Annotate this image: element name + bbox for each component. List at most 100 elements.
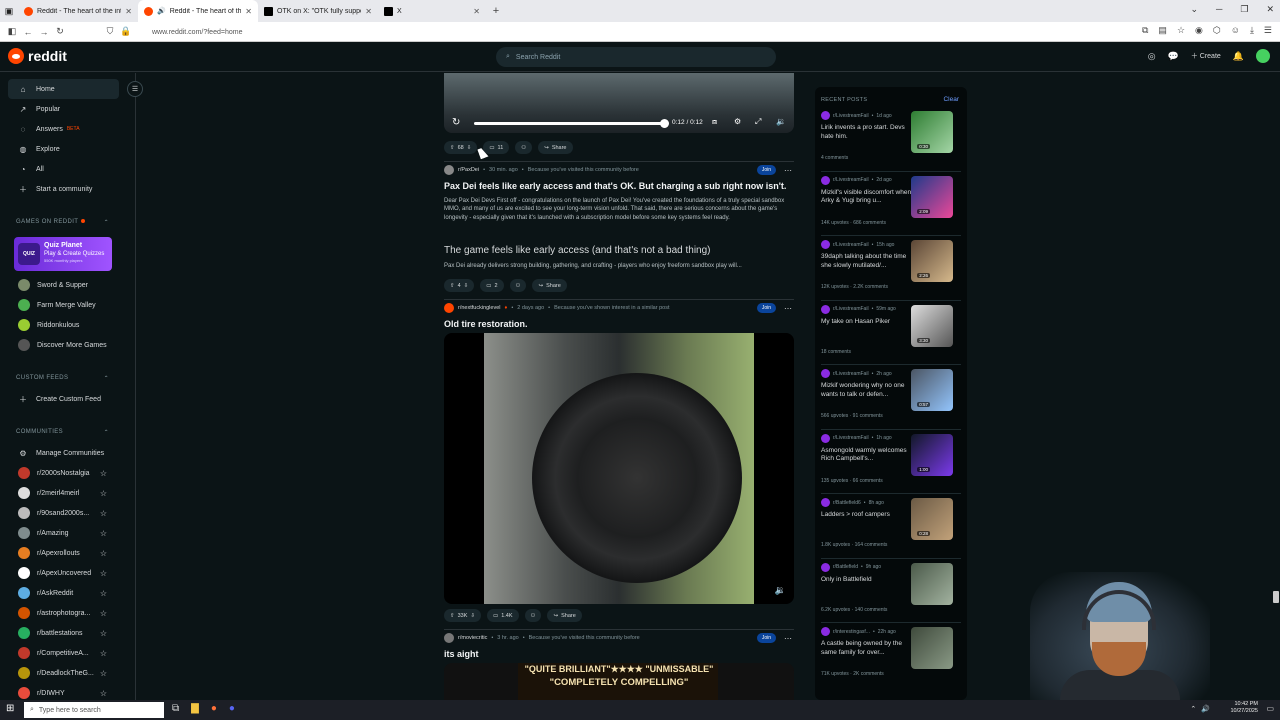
minimize-icon[interactable]: ─ (1216, 4, 1222, 15)
recent-post-subreddit[interactable]: r/LivestreamFail (833, 435, 869, 441)
favorite-star-icon[interactable]: ☆ (100, 669, 107, 678)
recent-post-thumbnail[interactable] (911, 627, 953, 669)
share-button[interactable]: ↪ Share (547, 609, 582, 622)
sidebar-item-explore[interactable]: ◍ Explore (0, 139, 135, 159)
favorite-star-icon[interactable]: ☆ (100, 609, 107, 618)
video-progress-bar[interactable] (474, 122, 664, 125)
game-item[interactable]: Sword & Supper (0, 275, 135, 295)
recent-post-title[interactable]: Ladders > roof campers (821, 511, 913, 520)
sidebar-item-start-community[interactable]: ＋ Start a community (0, 179, 135, 199)
recent-post[interactable]: r/LivestreamFail • 15h ago 39daph talking a… (821, 240, 961, 300)
post-body-continued[interactable]: Pax Dei already delivers strong building… (444, 262, 794, 270)
post-image[interactable]: "QUITE BRILLIANT"★★★★ "UNMISSABLE" "COMP… (444, 663, 794, 700)
favorite-star-icon[interactable]: ☆ (100, 489, 107, 498)
subreddit-link[interactable]: r/PaxDei (458, 167, 479, 173)
audio-icon[interactable]: 🔊 (157, 7, 166, 15)
favorite-star-icon[interactable]: ☆ (100, 649, 107, 658)
file-explorer-icon[interactable]: ▇ (191, 703, 199, 714)
join-button[interactable]: Join (756, 633, 776, 643)
more-options-icon[interactable]: ⋯ (784, 166, 792, 175)
community-item[interactable]: r/2000sNostalgia ☆ (0, 463, 135, 483)
downloads-icon[interactable]: ⤓ (1250, 25, 1254, 36)
back-icon[interactable]: ← (20, 27, 36, 37)
subreddit-link[interactable]: r/moviecritic (458, 635, 487, 641)
recent-post-subreddit[interactable]: r/LivestreamFail (833, 177, 869, 183)
fullscreen-icon[interactable]: ⤢ (755, 117, 761, 127)
reader-icon[interactable]: ▤ (1158, 25, 1167, 36)
favorite-star-icon[interactable]: ☆ (100, 469, 107, 478)
firefox-icon[interactable]: ● (211, 703, 217, 714)
tab-list-icon[interactable]: ⌄ (1190, 4, 1198, 15)
shield-icon[interactable]: ⛉ (102, 26, 118, 37)
game-item[interactable]: Discover More Games (0, 335, 135, 355)
community-item[interactable]: r/DeadlockTheG... ☆ (0, 663, 135, 683)
comments-button[interactable]: ▭ 1.4K (487, 609, 519, 622)
recent-post-subreddit[interactable]: r/LivestreamFail (833, 242, 869, 248)
upvote-icon[interactable]: ⇧ (450, 145, 455, 151)
forward-icon[interactable]: → (36, 27, 52, 37)
community-item[interactable]: r/DIWHY ☆ (0, 683, 135, 700)
close-tab-icon[interactable]: ✕ (125, 7, 132, 16)
tab-actions-icon[interactable]: ▣ (0, 6, 18, 17)
recent-post[interactable]: r/LivestreamFail • 59m ago My take on Hasan… (821, 304, 961, 365)
close-tab-icon[interactable]: ✕ (473, 7, 480, 16)
recent-post-subreddit[interactable]: r/LivestreamFail (833, 113, 869, 119)
community-item[interactable]: r/Amazing ☆ (0, 523, 135, 543)
video-player[interactable]: ↻ 0:12 / 0:12 ⧈ ⚙ ⤢ 🔉 (444, 73, 794, 133)
taskbar-search-input[interactable]: ⌕ Type here to search (24, 702, 164, 718)
menu-icon[interactable]: ☰ (1264, 25, 1272, 36)
create-custom-feed[interactable]: ＋ Create Custom Feed (0, 389, 135, 409)
close-tab-icon[interactable]: ✕ (245, 7, 252, 16)
favorite-star-icon[interactable]: ☆ (100, 569, 107, 578)
lock-icon[interactable]: 🔒 (118, 26, 134, 37)
scrollbar-thumb[interactable] (1273, 591, 1279, 603)
community-item[interactable]: r/Apexrollouts ☆ (0, 543, 135, 563)
quiz-planet-banner[interactable]: QUIZ Quiz Planet Play & Create Quizzes 5… (14, 237, 112, 271)
avatar[interactable] (1256, 49, 1270, 63)
volume-tray-icon[interactable]: 🔊 (1201, 705, 1210, 713)
recent-post-title[interactable]: Asmongold warmly welcomes Rich Campbell'… (821, 447, 913, 465)
comments-button[interactable]: ▭ 2 (480, 279, 504, 292)
game-item[interactable]: Riddonkulous (0, 315, 135, 335)
captions-icon[interactable]: ⧈ (712, 117, 717, 127)
recent-post-thumbnail[interactable] (911, 562, 953, 605)
replay-icon[interactable]: ↻ (452, 117, 460, 128)
settings-icon[interactable]: ⚙ (734, 117, 741, 126)
favorite-star-icon[interactable]: ☆ (100, 589, 107, 598)
extensions-icon[interactable]: ⬡ (1213, 25, 1221, 36)
restore-icon[interactable]: ❐ (1240, 4, 1248, 15)
downvote-icon[interactable]: ⇩ (470, 613, 475, 619)
taskbar-clock[interactable]: 10:42 PM 10/27/2025 (1230, 701, 1258, 715)
video-player[interactable]: 🔉 (444, 333, 794, 604)
recent-post-title[interactable]: Only in Battlefield (821, 576, 913, 585)
browser-tab[interactable]: OTK on X: "OTK fully supports a ✕ (258, 0, 378, 22)
chat-icon[interactable]: 💬 (1168, 51, 1179, 62)
award-button[interactable]: ⚇ (509, 279, 527, 292)
downvote-icon[interactable]: ⇩ (464, 283, 469, 289)
volume-icon[interactable]: 🔉 (776, 117, 786, 126)
favorite-star-icon[interactable]: ☆ (100, 629, 107, 638)
new-tab-icon[interactable]: + (486, 5, 506, 17)
recent-post[interactable]: r/LivestreamFail • 2h ago Mizkif wondering … (821, 369, 961, 429)
ads-icon[interactable]: ◎ (1148, 51, 1156, 62)
favorite-star-icon[interactable]: ☆ (100, 549, 107, 558)
custom-feeds-header[interactable]: CUSTOM FEEDS ⌃ (0, 367, 135, 389)
address-bar[interactable]: www.reddit.com/?feed=home (152, 25, 1092, 39)
windows-start-icon[interactable]: ⊞ (6, 703, 14, 714)
share-button[interactable]: ↪ Share (538, 141, 573, 154)
recent-post[interactable]: r/interestingasf... • 22h ago A castle bein… (821, 627, 961, 687)
share-button[interactable]: ↪ Share (532, 279, 567, 292)
clear-button[interactable]: Clear (943, 96, 959, 103)
recent-post-subreddit[interactable]: r/Battlefield6 (833, 500, 861, 506)
sidebar-item-answers[interactable]: ◌ Answers BETA (0, 119, 135, 139)
award-button[interactable]: ⚇ (515, 141, 533, 154)
recent-post-subreddit[interactable]: r/Battlefield (833, 564, 858, 570)
recent-post[interactable]: r/LivestreamFail • 2d ago Mizkif's visible … (821, 175, 961, 236)
recent-post-title[interactable]: A castle being owned by the same family … (821, 640, 913, 658)
recent-post-title[interactable]: 39daph talking about the time she slowly… (821, 253, 913, 271)
communities-header[interactable]: COMMUNITIES ⌃ (0, 421, 135, 443)
post-body[interactable]: Dear Pax Dei Devs First off - congratula… (444, 197, 794, 222)
favorite-star-icon[interactable]: ☆ (100, 509, 107, 518)
tracking-icon[interactable]: ◉ (1195, 25, 1203, 36)
community-item[interactable]: r/2meirl4meirl ☆ (0, 483, 135, 503)
